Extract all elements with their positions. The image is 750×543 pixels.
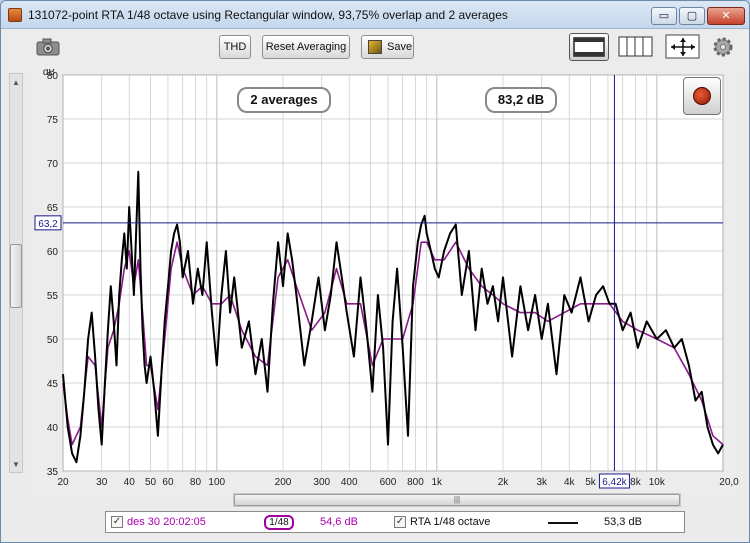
x-tick-label: 300 xyxy=(313,477,330,488)
minimize-button[interactable]: ▭ xyxy=(651,7,677,25)
x-tick-label: 10k xyxy=(649,477,666,488)
reset-averaging-button[interactable]: Reset Averaging xyxy=(262,35,350,59)
x-tick-label: 4k xyxy=(564,477,576,488)
trace1-name: des 30 20:02:05 xyxy=(127,516,206,528)
save-button[interactable]: Save xyxy=(361,35,414,59)
x-tick-label: 200 xyxy=(275,477,292,488)
horizontal-scrollbar[interactable]: ||| xyxy=(233,493,681,507)
x-tick-label: 30 xyxy=(96,477,108,488)
trace2-line-swatch xyxy=(548,522,578,524)
rta-chart[interactable]: 35404550556065707580dB20 30 40 50 60 80 100 200… xyxy=(29,67,749,493)
x-tick-label: 400 xyxy=(341,477,358,488)
save-label: Save xyxy=(387,41,413,53)
y-tick-label: 65 xyxy=(47,203,59,214)
x-tick-label: 50 xyxy=(145,477,157,488)
grid-layout-icon[interactable] xyxy=(618,35,654,59)
cursor-x-label: 6,42k xyxy=(602,477,627,488)
trace1-smoothing-badge[interactable]: 1/48 xyxy=(264,515,294,530)
java-app-icon xyxy=(8,8,22,22)
trace2-checkbox[interactable]: ✓ xyxy=(394,516,406,528)
y-tick-label: 40 xyxy=(47,423,59,434)
record-button[interactable] xyxy=(683,77,721,115)
y-tick-label: 50 xyxy=(47,335,59,346)
x-tick-label: 1k xyxy=(431,477,443,488)
grid-layer xyxy=(62,74,724,472)
vertical-scroll-thumb[interactable] xyxy=(10,244,22,308)
cursor-y-label: 63,2 xyxy=(38,219,58,230)
maximize-button[interactable]: ▢ xyxy=(679,7,705,25)
level-badge: 83,2 dB xyxy=(485,87,557,113)
averages-text: 2 averages xyxy=(250,92,318,107)
save-icon xyxy=(368,40,382,54)
plot-area xyxy=(62,74,724,472)
y-tick-label: 75 xyxy=(47,115,59,126)
window-title: 131072-point RTA 1/48 octave using Recta… xyxy=(28,8,508,22)
title-bar: 131072-point RTA 1/48 octave using Recta… xyxy=(1,1,749,29)
trace2-value: 53,3 dB xyxy=(604,516,642,528)
app-window: 131072-point RTA 1/48 octave using Recta… xyxy=(0,0,750,543)
y-tick-label: 45 xyxy=(47,379,59,390)
x-tick-label: 20 xyxy=(57,477,69,488)
trace1-checkbox[interactable]: ✓ xyxy=(111,516,123,528)
close-button[interactable]: ✕ xyxy=(707,7,745,25)
x-tick-label: 3k xyxy=(536,477,548,488)
x-tick-label: 5k xyxy=(585,477,597,488)
camera-icon[interactable] xyxy=(35,36,61,58)
x-tick-label: 2k xyxy=(498,477,510,488)
x-tick-label: 8k xyxy=(630,477,642,488)
x-tick-label: 20,0k Hz xyxy=(719,477,739,488)
scroll-down-arrow-icon[interactable]: ▼ xyxy=(12,460,20,469)
trace2-name: RTA 1/48 octave xyxy=(410,516,491,528)
y-tick-label: 55 xyxy=(47,291,59,302)
gear-icon[interactable] xyxy=(712,36,734,58)
averages-badge: 2 averages xyxy=(237,87,331,113)
legend-bar: ✓ des 30 20:02:05 1/48 54,6 dB ✓ RTA 1/4… xyxy=(105,511,685,533)
x-tick-label: 60 xyxy=(162,477,174,488)
horizontal-scroll-thumb[interactable]: ||| xyxy=(234,494,680,506)
x-tick-label: 800 xyxy=(407,477,424,488)
y-tick-label: 60 xyxy=(47,247,59,258)
record-icon xyxy=(693,87,711,105)
pan-arrows-icon[interactable] xyxy=(665,34,701,60)
rta-plot-panel[interactable]: 35 40 45 50 55 60 65 70 75 80 dB 20 30 40 50 60 80 100 200… xyxy=(29,67,749,493)
toolbar: THD Reset Averaging Save xyxy=(1,30,749,68)
y-tick-label: 70 xyxy=(47,159,59,170)
trace1-value: 54,6 dB xyxy=(320,516,358,528)
level-text: 83,2 dB xyxy=(497,92,545,107)
layout-with-controls-icon[interactable] xyxy=(569,33,609,61)
x-tick-label: 40 xyxy=(124,477,136,488)
thd-button[interactable]: THD xyxy=(219,35,251,59)
x-tick-label: 80 xyxy=(190,477,202,488)
x-tick-label: 100 xyxy=(208,477,225,488)
scroll-up-arrow-icon[interactable]: ▲ xyxy=(12,78,20,87)
trace1-smoothing-text: 1/48 xyxy=(269,517,289,528)
vertical-scrollbar[interactable]: ▲ ▼ xyxy=(9,73,23,473)
x-tick-label: 600 xyxy=(380,477,397,488)
y-axis-unit-label: dB xyxy=(43,69,56,78)
